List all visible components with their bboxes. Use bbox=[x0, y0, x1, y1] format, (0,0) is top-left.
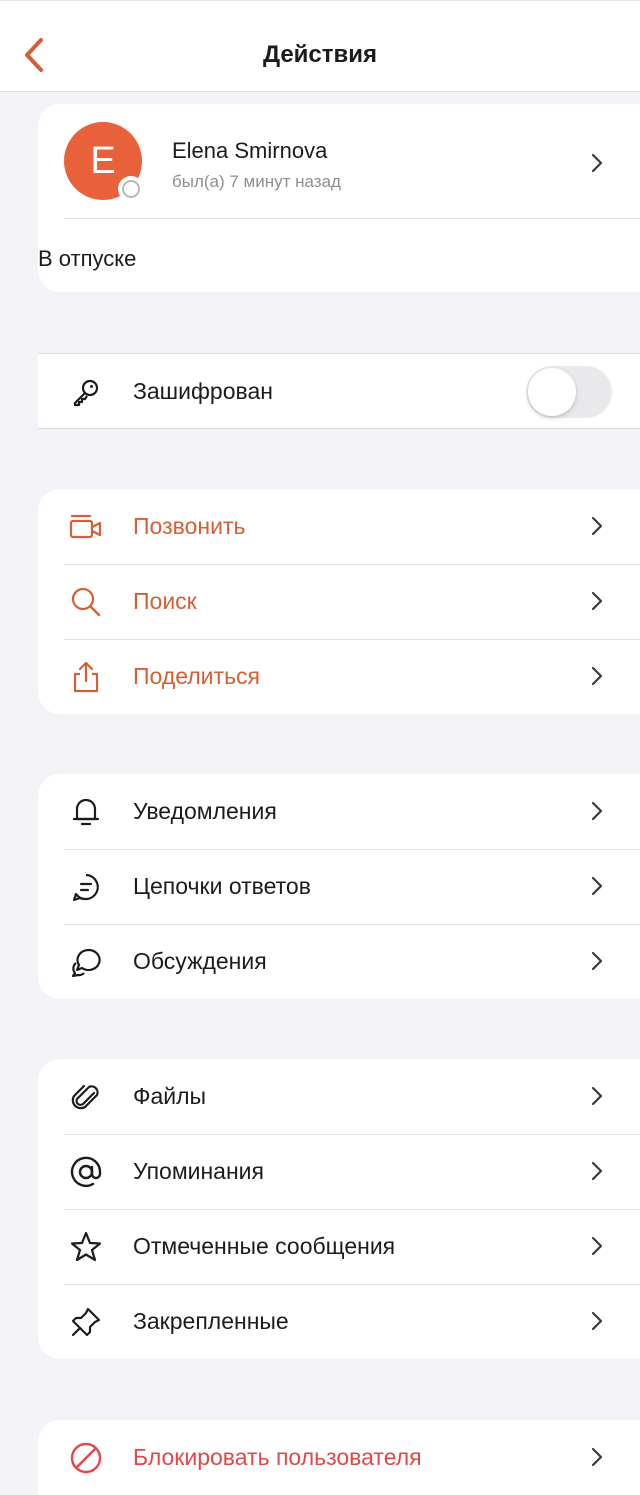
block-icon bbox=[66, 1438, 106, 1478]
encryption-toggle[interactable] bbox=[526, 366, 612, 418]
chevron-right-icon bbox=[591, 153, 603, 173]
user-status-note: В отпуске bbox=[38, 246, 137, 271]
threads-icon bbox=[66, 867, 106, 907]
navigation-bar: Действия bbox=[0, 0, 640, 92]
presence-offline-icon bbox=[118, 176, 144, 202]
chevron-right-icon bbox=[591, 1161, 603, 1181]
toggle-knob bbox=[528, 368, 576, 416]
chevron-right-icon bbox=[591, 1086, 603, 1106]
star-icon bbox=[66, 1227, 106, 1267]
share-label: Поделиться bbox=[133, 663, 261, 689]
encryption-row: Зашифрован bbox=[38, 354, 640, 428]
block-user-row[interactable]: Блокировать пользователя bbox=[38, 1420, 640, 1495]
files-row[interactable]: Файлы bbox=[38, 1059, 640, 1134]
discussions-label: Обсуждения bbox=[133, 948, 267, 974]
starred-label: Отмеченные сообщения bbox=[133, 1233, 396, 1259]
call-label: Позвонить bbox=[133, 513, 246, 539]
pinned-row[interactable]: Закрепленные bbox=[38, 1284, 640, 1359]
search-icon bbox=[66, 582, 106, 622]
chevron-right-icon bbox=[591, 876, 603, 896]
paperclip-icon bbox=[66, 1077, 106, 1117]
chevron-right-icon bbox=[591, 1236, 603, 1256]
search-row[interactable]: Поиск bbox=[38, 564, 640, 639]
threads-row[interactable]: Цепочки ответов bbox=[38, 849, 640, 924]
chevron-right-icon bbox=[591, 1447, 603, 1467]
content-card: Файлы Упоминания Отмеченные сообщения За… bbox=[38, 1059, 640, 1359]
notifications-card: Уведомления Цепочки ответов Обсуждения bbox=[38, 774, 640, 999]
bell-icon bbox=[66, 792, 106, 832]
call-row[interactable]: Позвонить bbox=[38, 489, 640, 564]
block-user-label: Блокировать пользователя bbox=[133, 1444, 422, 1470]
user-name: Elena Smirnova bbox=[172, 138, 328, 163]
profile-card: E Elena Smirnova был(а) 7 минут назад В … bbox=[38, 104, 640, 292]
encryption-section: Зашифрован bbox=[38, 353, 640, 429]
video-call-icon bbox=[66, 507, 106, 547]
chevron-right-icon bbox=[591, 516, 603, 536]
divider bbox=[64, 218, 640, 219]
search-label: Поиск bbox=[133, 588, 197, 614]
page-title: Действия bbox=[262, 41, 378, 68]
starred-row[interactable]: Отмеченные сообщения bbox=[38, 1209, 640, 1284]
threads-label: Цепочки ответов bbox=[133, 873, 311, 899]
share-row[interactable]: Поделиться bbox=[38, 639, 640, 714]
chevron-right-icon bbox=[591, 591, 603, 611]
mentions-label: Упоминания bbox=[133, 1158, 264, 1184]
profile-row[interactable]: E Elena Smirnova был(а) 7 минут назад bbox=[38, 104, 640, 218]
discussions-icon bbox=[66, 942, 106, 982]
key-icon bbox=[66, 372, 106, 412]
chevron-right-icon bbox=[591, 801, 603, 821]
notifications-label: Уведомления bbox=[133, 798, 277, 824]
block-card: Блокировать пользователя bbox=[38, 1420, 640, 1495]
chevron-right-icon bbox=[591, 1311, 603, 1331]
discussions-row[interactable]: Обсуждения bbox=[38, 924, 640, 999]
mentions-row[interactable]: Упоминания bbox=[38, 1134, 640, 1209]
encryption-label: Зашифрован bbox=[133, 378, 273, 404]
at-icon bbox=[66, 1152, 106, 1192]
notifications-row[interactable]: Уведомления bbox=[38, 774, 640, 849]
pinned-label: Закрепленные bbox=[133, 1308, 289, 1334]
chevron-right-icon bbox=[591, 951, 603, 971]
actions-card: Позвонить Поиск Поделиться bbox=[38, 489, 640, 714]
chevron-right-icon bbox=[591, 666, 603, 686]
user-last-seen: был(а) 7 минут назад bbox=[172, 172, 341, 191]
pin-icon bbox=[66, 1302, 106, 1342]
files-label: Файлы bbox=[133, 1083, 207, 1109]
share-icon bbox=[66, 657, 106, 697]
